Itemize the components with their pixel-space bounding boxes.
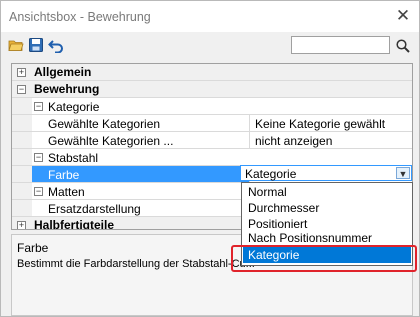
open-folder-icon[interactable]	[8, 37, 24, 53]
property-name: Ersatzdarstellung	[48, 202, 141, 216]
subgroup-row-kategorie[interactable]: − Kategorie	[12, 98, 412, 115]
subgroup-row-stabstahl[interactable]: − Stabstahl	[12, 149, 412, 166]
expand-icon[interactable]: +	[17, 221, 26, 229]
property-window: Ansichtsbox - Bewehrung ✕ + Allgemein − …	[0, 0, 420, 317]
property-value: Keine Kategorie gewählt	[255, 117, 386, 131]
property-name: Farbe	[48, 168, 80, 182]
property-value-cell[interactable]: nicht anzeigen	[250, 132, 412, 148]
dropdown-option-normal[interactable]: Normal	[243, 184, 411, 200]
row-margin	[12, 132, 32, 148]
row-margin	[12, 183, 32, 199]
search-input[interactable]	[291, 36, 390, 54]
property-row[interactable]: Gewählte Kategorien ... nicht anzeigen	[12, 132, 412, 149]
property-name-cell: Ersatzdarstellung	[32, 200, 250, 216]
close-icon[interactable]: ✕	[393, 6, 413, 26]
category-label: Bewehrung	[34, 82, 100, 96]
title-bar: Ansichtsbox - Bewehrung ✕	[1, 1, 419, 32]
property-row[interactable]: Gewählte Kategorien Keine Kategorie gewä…	[12, 115, 412, 132]
combobox-value: Kategorie	[245, 167, 297, 181]
collapse-icon[interactable]: −	[34, 102, 43, 111]
chevron-down-icon[interactable]: ▼	[396, 167, 410, 179]
collapse-icon[interactable]: −	[34, 187, 43, 196]
search-icon[interactable]	[395, 38, 411, 54]
category-row-allgemein[interactable]: + Allgemein	[12, 64, 412, 81]
property-value: nicht anzeigen	[255, 134, 333, 148]
description-title: Farbe	[17, 241, 49, 255]
window-title: Ansichtsbox - Bewehrung	[9, 10, 151, 24]
category-label: Halbfertigteile	[34, 218, 115, 230]
subgroup-label: Kategorie	[48, 100, 100, 114]
row-margin	[12, 115, 32, 131]
expand-icon[interactable]: +	[17, 68, 26, 77]
subgroup-label: Matten	[48, 185, 85, 199]
collapse-icon[interactable]: −	[34, 153, 43, 162]
farbe-combobox[interactable]: Kategorie ▼	[240, 165, 412, 181]
category-label: Allgemein	[34, 65, 92, 79]
category-row-bewehrung[interactable]: − Bewehrung	[12, 81, 412, 98]
property-name-cell: Farbe	[32, 166, 250, 182]
row-margin	[12, 166, 32, 182]
row-margin	[12, 98, 32, 114]
row-margin	[12, 200, 32, 216]
property-name-cell: Gewählte Kategorien ...	[32, 132, 250, 148]
property-name: Gewählte Kategorien ...	[48, 134, 174, 148]
undo-icon[interactable]	[48, 37, 64, 53]
toolbar	[1, 32, 419, 60]
subgroup-label: Stabstahl	[48, 151, 99, 165]
dropdown-option-durchmesser[interactable]: Durchmesser	[243, 200, 411, 216]
row-margin	[12, 149, 32, 165]
property-name: Gewählte Kategorien	[48, 117, 161, 131]
highlight-annotation-box	[231, 245, 417, 272]
dropdown-option-nach-positionsnummer[interactable]: Nach Positionsnummer	[243, 230, 411, 246]
property-value-cell[interactable]: Keine Kategorie gewählt	[250, 115, 412, 131]
property-name-cell: Gewählte Kategorien	[32, 115, 250, 131]
collapse-icon[interactable]: −	[17, 85, 26, 94]
description-text: Bestimmt die Farbdarstellung der Stabsta…	[17, 258, 255, 270]
save-icon[interactable]	[28, 37, 44, 53]
